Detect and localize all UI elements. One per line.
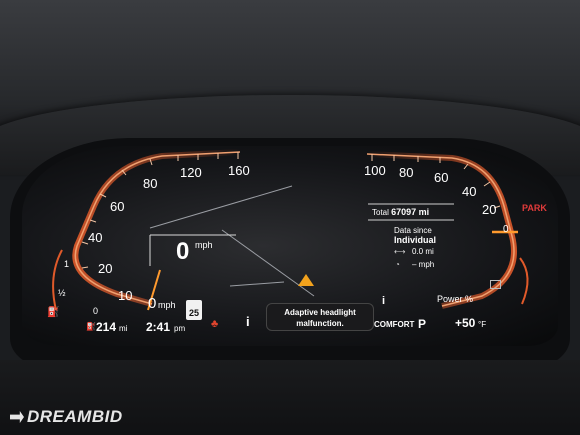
road-line bbox=[229, 281, 285, 287]
total-mileage-row: Total 67097 mi bbox=[372, 207, 429, 217]
power-gauge-label: Power % bbox=[437, 294, 474, 304]
watermark-logo: DREAMBID bbox=[10, 407, 123, 427]
watermark-arrow-icon bbox=[10, 411, 24, 423]
speedometer-tick-label: 160 bbox=[228, 163, 250, 178]
speedometer-zero-label: 0 bbox=[148, 295, 157, 312]
power-tick-label: 100 bbox=[364, 163, 386, 178]
speed-limit-sign: 25 bbox=[186, 300, 202, 320]
gear-indicator: P bbox=[418, 317, 427, 331]
power-tick-label: 80 bbox=[399, 165, 414, 180]
temperature-unit: °F bbox=[478, 320, 487, 329]
road-line bbox=[149, 185, 293, 229]
range-value: 214 bbox=[96, 320, 117, 334]
digital-speed-unit: mph bbox=[195, 240, 213, 250]
fuel-tick-label: 1 bbox=[64, 259, 70, 269]
distance-value: 0.0 mi bbox=[412, 247, 434, 256]
speedometer-tick-label: 20 bbox=[98, 261, 113, 276]
range-unit: mi bbox=[119, 324, 128, 333]
clock-time: 2:41 bbox=[146, 320, 171, 334]
speedometer-tick-label: 80 bbox=[143, 176, 158, 191]
data-since-value: Individual bbox=[394, 235, 437, 245]
power-tick-label: 0 bbox=[503, 224, 509, 235]
power-tick-label: 20 bbox=[482, 202, 497, 217]
power-tick-label: 40 bbox=[462, 184, 477, 199]
total-label: Total bbox=[372, 208, 389, 217]
warning-message-line: Adaptive headlight bbox=[284, 308, 356, 317]
fuel-tick-label: ½ bbox=[58, 288, 66, 298]
range-icon: ⛽ bbox=[86, 322, 96, 331]
speedometer-tick-label: 40 bbox=[88, 230, 103, 245]
stopwatch-icon: ◔ bbox=[395, 260, 400, 269]
speedometer-tick-marks bbox=[81, 152, 239, 269]
park-indicator: PARK bbox=[522, 203, 547, 213]
speedometer-tick-label: 60 bbox=[110, 199, 125, 214]
total-value: 67097 mi bbox=[391, 207, 430, 217]
digital-speed-value: 0 bbox=[176, 238, 190, 265]
speed-limit-value: 25 bbox=[188, 308, 199, 318]
speedometer-unit: mph bbox=[158, 300, 176, 310]
temperature-value: +50 bbox=[455, 316, 476, 330]
drive-mode: COMFORT bbox=[374, 320, 415, 329]
average-speed-value: – mph bbox=[412, 260, 435, 269]
power-tick-label: 60 bbox=[434, 170, 449, 185]
digital-speed-frame bbox=[149, 234, 236, 266]
seatbelt-warning-icon: ♣ bbox=[211, 318, 219, 330]
warning-message-line: malfunction. bbox=[296, 319, 344, 328]
fuel-tick-label: 0 bbox=[93, 306, 99, 316]
battery-icon bbox=[490, 280, 501, 289]
warning-triangle-icon bbox=[298, 274, 314, 286]
distance-icon: ⟷ bbox=[394, 247, 406, 256]
info-icon: i bbox=[246, 314, 250, 329]
road-line bbox=[221, 229, 315, 297]
status-info-icon: i bbox=[382, 295, 386, 307]
clock-ampm: pm bbox=[174, 324, 186, 333]
data-since-label: Data since bbox=[394, 226, 432, 235]
right-small-gauge-arc bbox=[519, 257, 529, 305]
watermark-text: DREAMBID bbox=[27, 407, 123, 426]
left-small-gauge-arc bbox=[52, 249, 63, 311]
speedometer-tick-label: 120 bbox=[180, 165, 202, 180]
speedometer-tick-label: 10 bbox=[118, 288, 133, 303]
warning-message-box: Adaptive headlight malfunction. bbox=[266, 303, 374, 331]
fuel-pump-icon: ⛽ bbox=[47, 307, 60, 318]
